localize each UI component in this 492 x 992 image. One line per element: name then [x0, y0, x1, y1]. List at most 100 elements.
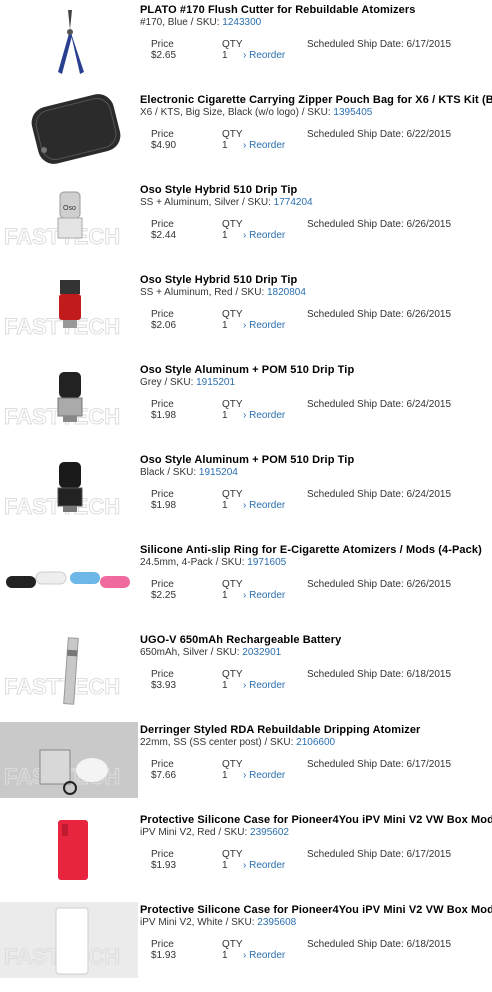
product-thumbnail[interactable]: FASTTECH: [0, 722, 138, 798]
variant-text: SS + Aluminum, Silver / SKU:: [140, 197, 274, 208]
reorder-link[interactable]: › Reorder: [243, 50, 285, 61]
qty-label: QTY: [222, 759, 243, 770]
ship-date: Scheduled Ship Date: 6/17/2015: [307, 849, 451, 860]
product-variant: SS + Aluminum, Silver / SKU: 1774204: [140, 197, 313, 208]
variant-text: 650mAh, Silver / SKU:: [140, 647, 243, 658]
ship-date: Scheduled Ship Date: 6/17/2015: [307, 759, 451, 770]
product-variant: #170, Blue / SKU: 1243300: [140, 17, 261, 28]
product-variant: iPV Mini V2, White / SKU: 2395608: [140, 917, 296, 928]
product-thumbnail[interactable]: FASTTECH: [0, 902, 138, 978]
qty-value: 1: [222, 500, 228, 511]
price-label: Price: [151, 579, 174, 590]
ship-date: Scheduled Ship Date: 6/18/2015: [307, 939, 451, 950]
sku-link[interactable]: 1820804: [267, 287, 306, 298]
ship-date: Scheduled Ship Date: 6/26/2015: [307, 309, 451, 320]
variant-text: X6 / KTS, Big Size, Black (w/o logo) / S…: [140, 107, 334, 118]
price-value: $2.06: [151, 320, 177, 331]
price-value: $3.93: [151, 680, 177, 691]
order-item: FASTTECH Oso Style Hybrid 510 Drip Tip SS …: [0, 272, 492, 362]
product-thumbnail[interactable]: FASTTECH: [0, 632, 138, 708]
product-title[interactable]: Silicone Anti-slip Ring for E-Cigarette …: [140, 544, 482, 556]
order-item: FASTTECH UGO-V 650mAh Rechargeable Batter…: [0, 632, 492, 722]
product-title[interactable]: Derringer Styled RDA Rebuildable Drippin…: [140, 724, 420, 736]
qty-value: 1: [222, 770, 228, 781]
qty-label: QTY: [222, 309, 243, 320]
price-value: $1.93: [151, 950, 177, 961]
qty-value: 1: [222, 410, 228, 421]
price-label: Price: [151, 849, 174, 860]
qty-label: QTY: [222, 579, 243, 590]
price-value: $1.93: [151, 860, 177, 871]
svg-text:FASTTECH: FASTTECH: [4, 674, 120, 699]
product-title[interactable]: Oso Style Hybrid 510 Drip Tip: [140, 274, 297, 286]
variant-text: 22mm, SS (SS center post) / SKU:: [140, 737, 297, 748]
product-title[interactable]: Oso Style Aluminum + POM 510 Drip Tip: [140, 454, 354, 466]
product-thumbnail[interactable]: FASTTECH: [0, 362, 138, 438]
product-thumbnail[interactable]: [0, 2, 138, 78]
variant-text: #170, Blue / SKU:: [140, 17, 223, 28]
reorder-link[interactable]: › Reorder: [243, 770, 285, 781]
product-title[interactable]: Protective Silicone Case for Pioneer4You…: [140, 814, 492, 826]
price-value: $2.44: [151, 230, 177, 241]
product-variant: 22mm, SS (SS center post) / SKU: 2106600: [140, 737, 335, 748]
sku-link[interactable]: 2106600: [296, 737, 335, 748]
product-variant: Grey / SKU: 1915201: [140, 377, 235, 388]
price-label: Price: [151, 219, 174, 230]
reorder-link[interactable]: › Reorder: [243, 950, 285, 961]
qty-value: 1: [222, 320, 228, 331]
ship-date: Scheduled Ship Date: 6/22/2015: [307, 129, 451, 140]
qty-label: QTY: [222, 399, 243, 410]
product-thumbnail[interactable]: FASTTECH: [0, 452, 138, 528]
product-variant: iPV Mini V2, Red / SKU: 2395602: [140, 827, 289, 838]
sku-link[interactable]: 1395405: [333, 107, 372, 118]
reorder-link[interactable]: › Reorder: [243, 140, 285, 151]
sku-link[interactable]: 1915201: [196, 377, 235, 388]
product-thumbnail[interactable]: [0, 92, 138, 168]
qty-value: 1: [222, 50, 228, 61]
product-title[interactable]: Oso Style Aluminum + POM 510 Drip Tip: [140, 364, 354, 376]
sku-link[interactable]: 2395602: [250, 827, 289, 838]
qty-value: 1: [222, 680, 228, 691]
price-label: Price: [151, 309, 174, 320]
qty-value: 1: [222, 590, 228, 601]
price-label: Price: [151, 489, 174, 500]
product-title[interactable]: UGO-V 650mAh Rechargeable Battery: [140, 634, 341, 646]
sku-link[interactable]: 1971605: [247, 557, 286, 568]
product-thumbnail[interactable]: [0, 812, 138, 888]
qty-value: 1: [222, 950, 228, 961]
reorder-link[interactable]: › Reorder: [243, 320, 285, 331]
variant-text: SS + Aluminum, Red / SKU:: [140, 287, 267, 298]
order-item: FASTTECHDerringer Styled RDA Rebuildable…: [0, 722, 492, 812]
product-title[interactable]: Oso Style Hybrid 510 Drip Tip: [140, 184, 297, 196]
price-value: $4.90: [151, 140, 177, 151]
reorder-link[interactable]: › Reorder: [243, 590, 285, 601]
ship-date: Scheduled Ship Date: 6/17/2015: [307, 39, 451, 50]
sku-link[interactable]: 1774204: [274, 197, 313, 208]
sku-link[interactable]: 2395608: [257, 917, 296, 928]
order-item: PLATO #170 Flush Cutter for Rebuildable …: [0, 2, 492, 92]
reorder-link[interactable]: › Reorder: [243, 410, 285, 421]
sku-link[interactable]: 1915204: [199, 467, 238, 478]
price-label: Price: [151, 669, 174, 680]
reorder-link[interactable]: › Reorder: [243, 230, 285, 241]
qty-label: QTY: [222, 849, 243, 860]
reorder-link[interactable]: › Reorder: [243, 680, 285, 691]
qty-value: 1: [222, 140, 228, 151]
product-thumbnail[interactable]: FASTTECHOso: [0, 182, 138, 258]
variant-text: Grey / SKU:: [140, 377, 197, 388]
product-title[interactable]: PLATO #170 Flush Cutter for Rebuildable …: [140, 4, 415, 16]
order-item: Protective Silicone Case for Pioneer4You…: [0, 812, 492, 902]
product-title[interactable]: Electronic Cigarette Carrying Zipper Pou…: [140, 94, 492, 106]
product-thumbnail[interactable]: [0, 542, 138, 618]
product-variant: SS + Aluminum, Red / SKU: 1820804: [140, 287, 306, 298]
variant-text: iPV Mini V2, White / SKU:: [140, 917, 258, 928]
price-label: Price: [151, 129, 174, 140]
sku-link[interactable]: 1243300: [222, 17, 261, 28]
reorder-link[interactable]: › Reorder: [243, 860, 285, 871]
reorder-link[interactable]: › Reorder: [243, 500, 285, 511]
variant-text: Black / SKU:: [140, 467, 199, 478]
svg-text:Oso: Oso: [63, 205, 76, 212]
product-title[interactable]: Protective Silicone Case for Pioneer4You…: [140, 904, 492, 916]
product-thumbnail[interactable]: FASTTECH: [0, 272, 138, 348]
sku-link[interactable]: 2032901: [242, 647, 281, 658]
